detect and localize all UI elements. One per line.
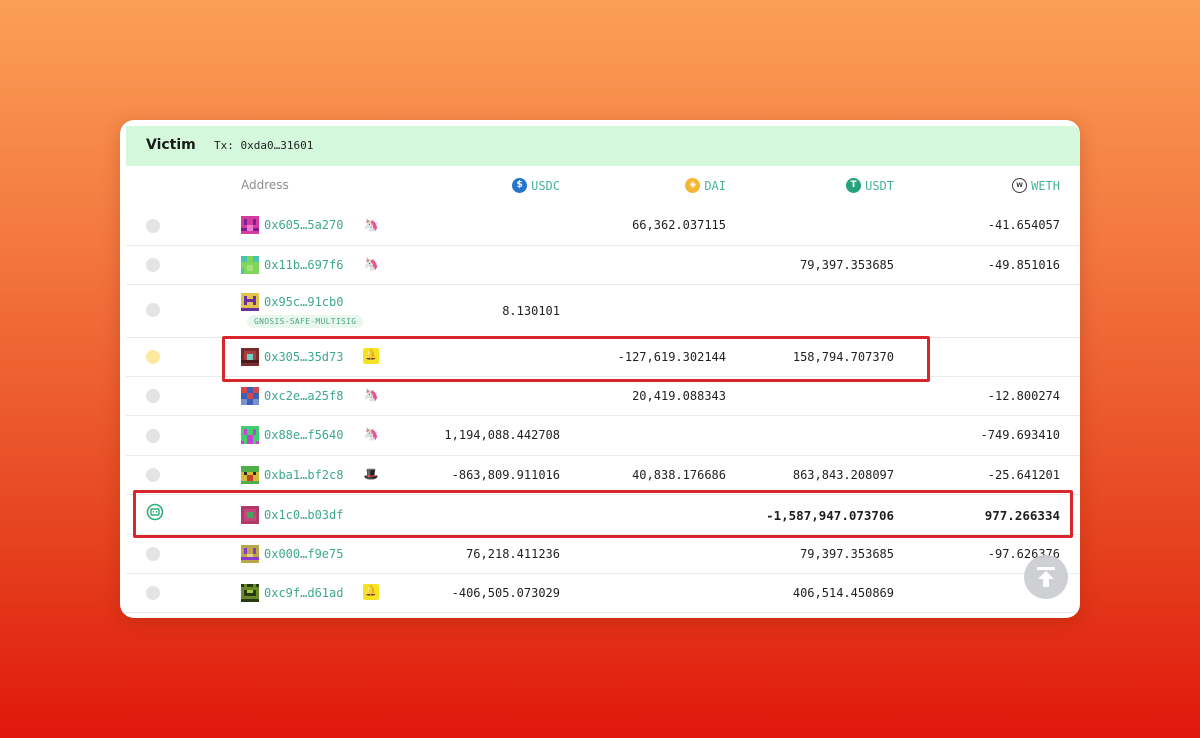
address-avatar (241, 256, 259, 274)
status-dot (146, 429, 160, 443)
bell-icon: 🔔 (363, 584, 379, 600)
weth-value: -12.800274 (987, 389, 1060, 403)
table-row[interactable]: 0x95c…91cb0 GNOSIS-SAFE-MULTISIG 8.13010… (126, 285, 1080, 338)
column-header-usdc-label: USDC (531, 178, 560, 193)
unicorn-icon: 🦄 (363, 427, 379, 441)
table-row[interactable]: 0xc9f…d61ad 🔔 -406,505.073029 406,514.45… (126, 574, 1080, 613)
usdc-value: 8.130101 (502, 304, 560, 318)
hat-icon: 🎩 (363, 467, 379, 481)
status-dot (146, 219, 160, 233)
status-dot (146, 547, 160, 561)
usdc-value: -406,505.073029 (451, 586, 560, 600)
weth-value: -25.641201 (987, 468, 1060, 482)
table-row[interactable]: 0x605…5a270 🦄 66,362.037115 -41.654057 (126, 206, 1080, 246)
weth-icon: W (1012, 178, 1028, 193)
column-header-weth[interactable]: W WETH (1012, 178, 1060, 193)
arrow-up-icon (1037, 567, 1055, 587)
usdt-value: 406,514.450869 (792, 586, 894, 600)
address-avatar (241, 387, 259, 405)
weth-value: -41.654057 (987, 218, 1060, 232)
table-row[interactable]: 0xc2e…a25f8 🦄 20,419.088343 -12.800274 (126, 377, 1080, 416)
usdc-icon: $ (512, 178, 528, 193)
usdt-value: 79,397.353685 (800, 547, 894, 561)
usdc-value: 76,218.411236 (466, 547, 560, 561)
status-dot (146, 350, 160, 364)
highlight-box-attacker-row (222, 336, 930, 382)
address-link[interactable]: 0x88e…f5640 (264, 428, 343, 442)
unicorn-icon: 🦄 (363, 257, 379, 271)
tx-hash[interactable]: Tx: 0xda0…31601 (214, 139, 313, 152)
address-avatar (241, 584, 259, 602)
table-row[interactable]: 0x000…f9e75 76,218.411236 79,397.353685 … (126, 535, 1080, 574)
usdt-value: 863,843.208097 (792, 468, 894, 482)
scroll-to-top-button[interactable] (1024, 555, 1068, 599)
column-header-usdc[interactable]: $ USDC (512, 178, 560, 193)
dai-icon: ◈ (685, 178, 701, 193)
address-avatar (241, 466, 259, 484)
dai-value: 40,838.176686 (632, 468, 726, 482)
weth-value: -749.693410 (980, 428, 1060, 442)
address-link[interactable]: 0xc2e…a25f8 (264, 389, 343, 403)
contract-tag: GNOSIS-SAFE-MULTISIG (247, 315, 364, 328)
weth-value: -49.851016 (987, 258, 1060, 272)
table-row[interactable]: 0x11b…697f6 🦄 79,397.353685 -49.851016 (126, 246, 1080, 285)
card-title: Victim (146, 137, 196, 153)
column-header-dai[interactable]: ◈ DAI (685, 178, 726, 193)
address-avatar (241, 293, 259, 311)
status-dot (146, 258, 160, 272)
address-link[interactable]: 0x605…5a270 (264, 218, 343, 232)
address-avatar (241, 545, 259, 563)
status-dot (146, 586, 160, 600)
status-dot (146, 389, 160, 403)
column-header-usdt[interactable]: T USDT (846, 178, 894, 193)
address-link[interactable]: 0xba1…bf2c8 (264, 468, 343, 482)
highlight-box-victim-row (133, 490, 1073, 538)
card-header: Victim Tx: 0xda0…31601 (126, 126, 1080, 166)
column-header-usdt-label: USDT (865, 178, 894, 193)
address-link[interactable]: 0xc9f…d61ad (264, 586, 343, 600)
unicorn-icon: 🦄 (363, 388, 379, 402)
address-link[interactable]: 0x95c…91cb0 (264, 295, 343, 309)
usdc-value: -863,809.911016 (451, 468, 560, 482)
unicorn-icon: 🦄 (363, 218, 379, 232)
dai-value: 20,419.088343 (632, 389, 726, 403)
dai-value: 66,362.037115 (632, 218, 726, 232)
column-header-dai-label: DAI (704, 178, 726, 193)
address-avatar (241, 426, 259, 444)
address-link[interactable]: 0x000…f9e75 (264, 547, 343, 561)
address-link[interactable]: 0x11b…697f6 (264, 258, 343, 272)
usdt-value: 79,397.353685 (800, 258, 894, 272)
usdt-icon: T (846, 178, 862, 193)
status-dot (146, 468, 160, 482)
column-header-weth-label: WETH (1031, 178, 1060, 193)
table-row[interactable]: 0x88e…f5640 🦄 1,194,088.442708 -749.6934… (126, 416, 1080, 456)
usdc-value: 1,194,088.442708 (444, 428, 560, 442)
status-dot (146, 303, 160, 317)
address-avatar (241, 216, 259, 234)
column-header-address: Address (241, 178, 289, 192)
